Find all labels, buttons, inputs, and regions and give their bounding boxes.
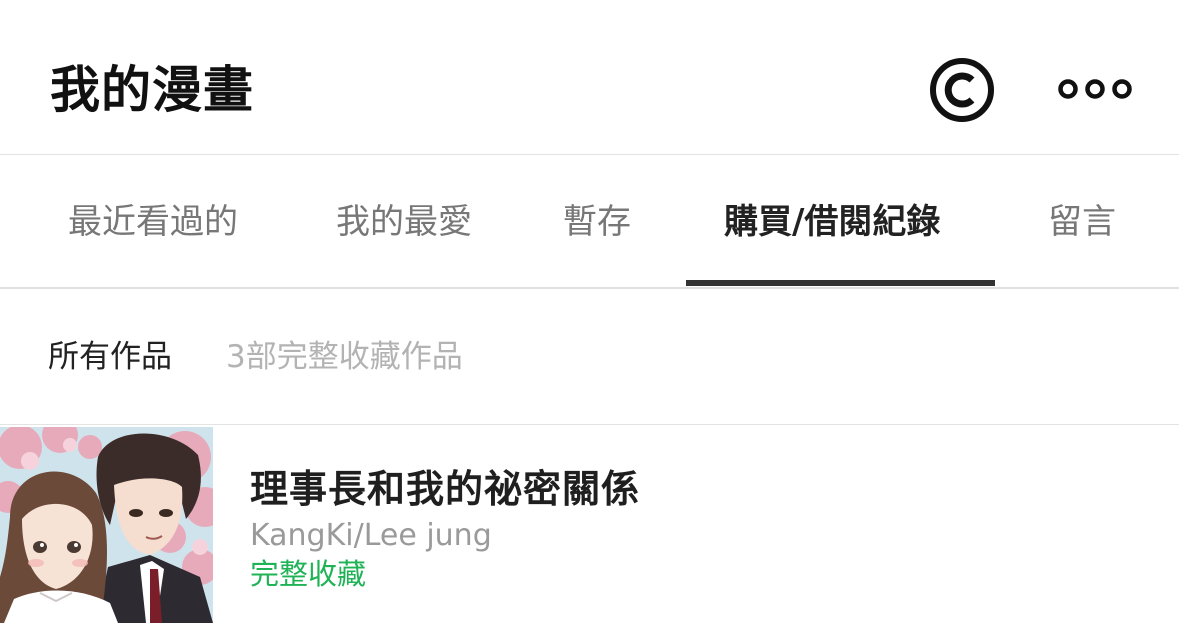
more-options-button[interactable] bbox=[1056, 74, 1136, 104]
tab-purchase-history[interactable]: 購買/借閱紀錄 bbox=[724, 199, 940, 245]
page-title: 我的漫畫 bbox=[50, 61, 254, 119]
coin-button[interactable] bbox=[928, 56, 996, 124]
list-item[interactable]: 理事長和我的祕密關係 KangKi/Lee jung 完整收藏 bbox=[0, 425, 1179, 623]
tab-favorites[interactable]: 我的最愛 bbox=[336, 199, 472, 245]
copyright-circle-icon bbox=[930, 58, 994, 122]
comic-author: KangKi/Lee jung bbox=[250, 518, 492, 553]
comic-title: 理事長和我的祕密關係 bbox=[250, 467, 641, 511]
tab-bar: 最近看過的 我的最愛 暫存 購買/借閱紀錄 留言 bbox=[0, 155, 1179, 289]
works-count-text: 3部完整收藏作品 bbox=[226, 339, 463, 375]
filter-row: 所有作品 3部完整收藏作品 bbox=[0, 289, 1179, 425]
app-header: 我的漫畫 bbox=[0, 0, 1179, 155]
tab-recently-viewed[interactable]: 最近看過的 bbox=[68, 199, 238, 245]
filter-all-works[interactable]: 所有作品 bbox=[48, 337, 172, 377]
tab-saved[interactable]: 暫存 bbox=[563, 199, 631, 245]
tab-comments[interactable]: 留言 bbox=[1048, 199, 1116, 245]
collection-status-badge: 完整收藏 bbox=[250, 557, 367, 591]
active-tab-indicator bbox=[686, 280, 995, 286]
more-dots-icon bbox=[1058, 79, 1132, 99]
comic-cover-thumbnail bbox=[0, 427, 213, 623]
